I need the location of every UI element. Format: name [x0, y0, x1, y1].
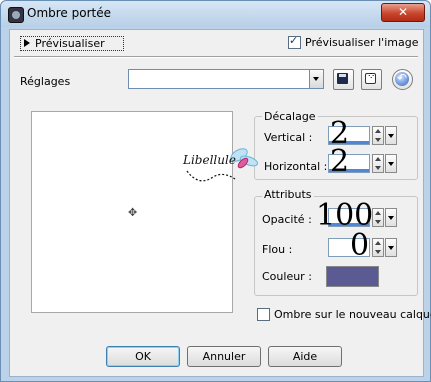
- blur-spinner[interactable]: 0: [328, 230, 398, 262]
- horizontal-label: Horizontal :: [264, 160, 328, 173]
- watermark-text: Libellule: [183, 153, 236, 167]
- horizontal-value: 2: [330, 144, 350, 179]
- help-button[interactable]: Aide: [268, 346, 342, 367]
- ok-button[interactable]: OK: [106, 346, 180, 367]
- settings-combobox[interactable]: [128, 69, 324, 89]
- expand-arrow-icon: [24, 39, 30, 47]
- opacity-menu-button[interactable]: [385, 208, 397, 227]
- opacity-updown-button[interactable]: [372, 208, 384, 227]
- new-layer-checkbox[interactable]: [257, 308, 270, 321]
- horizontal-menu-button[interactable]: [385, 154, 397, 173]
- horizontal-updown-button[interactable]: [372, 154, 384, 173]
- opacity-spinner[interactable]: 100: [316, 200, 398, 232]
- horizontal-spinner[interactable]: 2: [328, 146, 398, 178]
- dice-icon: [365, 71, 376, 84]
- randomize-button[interactable]: [361, 69, 382, 90]
- blur-updown-button[interactable]: [372, 238, 384, 257]
- blur-menu-button[interactable]: [385, 238, 397, 257]
- pan-hand-icon[interactable]: ✥: [128, 206, 137, 219]
- opacity-label: Opacité :: [262, 213, 312, 226]
- settings-label: Réglages: [20, 75, 71, 88]
- dragonfly-icon: [186, 148, 259, 182]
- color-label: Couleur :: [262, 270, 312, 283]
- reset-arrow-icon: [395, 71, 409, 86]
- divider: [14, 56, 418, 58]
- cancel-button[interactable]: Annuler: [187, 346, 261, 367]
- save-preset-button[interactable]: [333, 69, 354, 90]
- new-layer-option[interactable]: Ombre sur le nouveau calque: [257, 308, 431, 321]
- blur-label: Flou :: [262, 243, 293, 256]
- dialog-window: Ombre portée ✕ Prévisualiser Prévisualis…: [0, 0, 431, 382]
- preview-image-option[interactable]: Prévisualiser l'image: [288, 34, 419, 49]
- offset-group-title: Décalage: [262, 110, 318, 123]
- preview-image-checkbox[interactable]: [288, 34, 301, 49]
- attributes-group-title: Attributs: [262, 188, 314, 201]
- app-icon: [8, 7, 24, 23]
- watermark-logo: Libellule: [179, 141, 261, 193]
- floppy-disk-icon: [337, 73, 348, 84]
- vertical-updown-button[interactable]: [372, 126, 384, 145]
- window-title: Ombre portée: [27, 6, 111, 20]
- vertical-spinner[interactable]: 2: [328, 118, 398, 150]
- preview-toggle-label: Prévisualiser: [35, 37, 105, 50]
- preview-toggle-button[interactable]: Prévisualiser: [20, 36, 124, 51]
- dialog-client-area: Prévisualiser Prévisualiser l'image Régl…: [9, 29, 431, 377]
- preview-image-label: Prévisualiser l'image: [305, 36, 419, 49]
- reset-button[interactable]: [392, 69, 413, 90]
- new-layer-label: Ombre sur le nouveau calque: [274, 308, 431, 321]
- shadow-color-swatch[interactable]: [326, 266, 379, 287]
- close-button[interactable]: ✕: [381, 3, 425, 22]
- blur-value: 0: [350, 228, 370, 263]
- chevron-down-icon[interactable]: [309, 70, 323, 88]
- vertical-label: Vertical :: [264, 131, 313, 144]
- title-bar[interactable]: Ombre portée ✕: [1, 1, 430, 27]
- vertical-menu-button[interactable]: [385, 126, 397, 145]
